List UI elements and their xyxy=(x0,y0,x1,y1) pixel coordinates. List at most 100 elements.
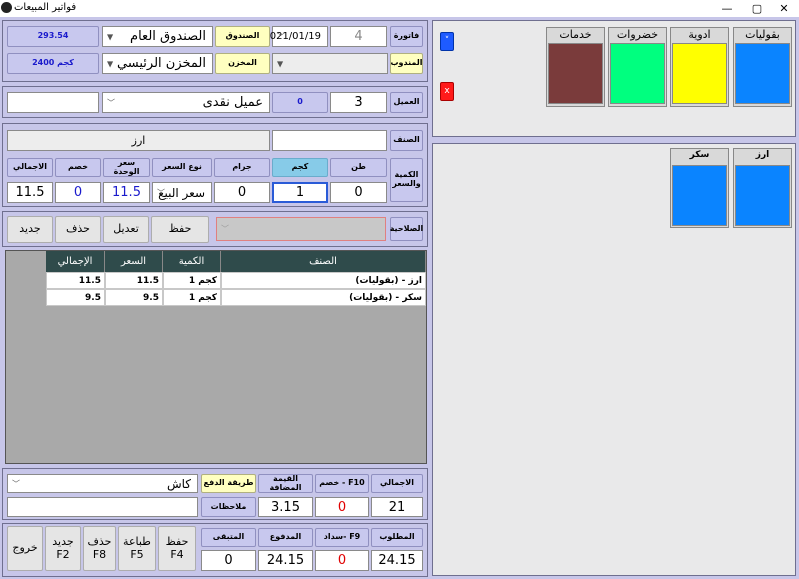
total-field: 11.5 xyxy=(7,182,53,203)
category-label-vegetables: خضروات xyxy=(616,28,659,41)
chevron-down-icon: ▼ xyxy=(277,59,284,68)
exit-button[interactable]: خروج xyxy=(7,526,43,571)
customer-id-field[interactable]: 3 xyxy=(330,92,387,113)
total-header: الاجمالي xyxy=(7,158,53,177)
save-item-button[interactable]: حفظ xyxy=(151,216,209,243)
table-row-2-item[interactable]: (بقوليات) - سكر xyxy=(221,289,426,306)
chevron-down-icon: ﹀ xyxy=(157,188,165,197)
window-client: فاتورة 4 ﹀ 2021/01/19 الصندوق ▼ الصندوق ال… xyxy=(0,17,799,579)
category-label-services: خدمات xyxy=(559,28,592,41)
paid-label: المدفوع xyxy=(258,528,313,547)
save-invoice-button[interactable]: حفظ F4 xyxy=(158,526,196,571)
table-row-2-price[interactable]: 9.5 xyxy=(105,289,163,306)
delete-item-button[interactable]: حذف xyxy=(55,216,101,243)
qty-price-label: الكمية والسعر xyxy=(390,158,423,202)
ton-header: طن xyxy=(330,158,387,177)
category-swatch-vegetables xyxy=(610,43,665,104)
pay-f9-label: سداد- F9 xyxy=(315,528,369,547)
customer-badge: 0 xyxy=(272,92,328,113)
notes-label: ملاحظات xyxy=(201,497,256,517)
edit-item-button[interactable]: تعديل xyxy=(103,216,149,243)
title-bar: فواتير المبيعات — ▢ ✕ xyxy=(0,0,799,17)
total-value: 21 xyxy=(371,497,423,517)
vat-value: 3.15 xyxy=(258,497,313,517)
print-button[interactable]: طباعة F5 xyxy=(118,526,156,571)
new-item-button[interactable]: جديد xyxy=(7,216,53,243)
item-code-field[interactable] xyxy=(272,130,387,151)
minimize-button[interactable]: — xyxy=(712,0,742,17)
table-row-1-qty[interactable]: 1 كجم xyxy=(163,272,221,289)
cashbox-select[interactable]: ▼ الصندوق العام xyxy=(102,26,213,47)
total-label: الاجمالي xyxy=(371,474,423,493)
category-label-legumes: بقوليات xyxy=(745,28,780,41)
category-label-medicine: ادوية xyxy=(688,28,711,41)
invoice-label: فاتورة xyxy=(390,26,423,47)
col-header-qty[interactable]: الكمية xyxy=(163,251,221,272)
close-button[interactable]: ✕ xyxy=(769,0,799,17)
pay-value-field[interactable]: 0 xyxy=(315,550,369,571)
table-row-1-price[interactable]: 11.5 xyxy=(105,272,163,289)
cashbox-label: الصندوق xyxy=(215,26,270,47)
ton-field[interactable]: 0 xyxy=(330,182,387,203)
table-row-1-total[interactable]: 11.5 xyxy=(46,272,105,289)
payment-method-select[interactable]: ﹀ كاش xyxy=(7,474,198,493)
price-type-header: نوع السعر xyxy=(152,158,212,177)
item-name-field: ارز xyxy=(7,130,270,151)
store-quantity: 2400 كجم xyxy=(7,53,99,74)
invoice-items-table[interactable]: الصنف الكمية السعر الإجمالي (بقوليات) - … xyxy=(5,250,427,464)
app-icon xyxy=(1,2,12,13)
unit-price-header: سعر الوحدة xyxy=(103,158,150,177)
discount-value-field[interactable]: 0 xyxy=(315,497,369,517)
price-type-select[interactable]: ﹀ سعر البيع xyxy=(152,182,212,203)
payment-method-label: طريقة الدفع xyxy=(201,474,256,493)
chevron-down-icon: ▼ xyxy=(107,32,114,41)
col-header-price[interactable]: السعر xyxy=(105,251,163,272)
expiry-label: الصلاحية xyxy=(390,217,423,241)
customer-select[interactable]: ﹀ عميل نقدى xyxy=(102,92,270,113)
customer-extra-field[interactable] xyxy=(7,92,99,113)
discount-f10-label: خصم - F10 xyxy=(315,474,369,493)
chevron-down-icon: ﹀ xyxy=(107,98,115,107)
cashbox-balance: 293.54 xyxy=(7,26,99,47)
rep-select[interactable]: ▼ xyxy=(272,53,388,74)
product-swatch-rice xyxy=(735,165,790,226)
table-row-2-qty[interactable]: 1 كجم xyxy=(163,289,221,306)
customer-label: العميل xyxy=(390,92,423,113)
discount-field[interactable]: 0 xyxy=(55,182,101,203)
chevron-down-icon: ﹀ xyxy=(221,224,229,234)
unit-price-field[interactable]: 11.5 xyxy=(103,182,150,203)
item-label: الصنف xyxy=(390,130,423,151)
product-label-rice: ارز xyxy=(755,150,770,160)
product-label-sugar: سكر xyxy=(689,150,710,160)
invoice-number-field[interactable]: 4 xyxy=(330,26,387,47)
category-swatch-medicine xyxy=(672,43,727,104)
close-panel-button[interactable]: x xyxy=(440,82,454,101)
scroll-up-button[interactable]: ˅ xyxy=(440,32,454,51)
store-label: المخزن xyxy=(215,53,270,74)
paid-value: 24.15 xyxy=(258,550,313,571)
store-select[interactable]: ▼ المخزن الرئيسي xyxy=(102,53,213,74)
remaining-label: المتبقى xyxy=(201,528,256,547)
table-row-2-total[interactable]: 9.5 xyxy=(46,289,105,306)
rep-label: المندوب xyxy=(390,53,423,74)
maximize-button[interactable]: ▢ xyxy=(742,0,772,17)
new-invoice-button[interactable]: جديد F2 xyxy=(45,526,81,571)
chevron-down-icon: ▼ xyxy=(107,59,114,68)
date-picker[interactable]: ﹀ 2021/01/19 xyxy=(263,26,328,47)
category-swatch-services xyxy=(548,43,603,104)
remaining-value: 0 xyxy=(201,550,256,571)
notes-field[interactable] xyxy=(7,497,198,517)
table-row-1-item[interactable]: (بقوليات) - ارز xyxy=(221,272,426,289)
col-header-item[interactable]: الصنف xyxy=(221,251,426,272)
window-title: فواتير المبيعات xyxy=(14,2,77,13)
product-swatch-sugar xyxy=(672,165,727,226)
chevron-down-icon: ﹀ xyxy=(12,479,20,488)
delete-invoice-button[interactable]: حذف F8 xyxy=(83,526,116,571)
gram-field[interactable]: 0 xyxy=(214,182,270,203)
kg-field[interactable]: 1 xyxy=(272,182,328,203)
col-header-total[interactable]: الإجمالي xyxy=(46,251,105,272)
required-label: المطلوب xyxy=(371,528,423,547)
category-swatch-legumes xyxy=(735,43,790,104)
expiry-select[interactable]: ﹀ xyxy=(216,217,386,241)
vat-label: القيمة المضافة xyxy=(258,474,313,493)
